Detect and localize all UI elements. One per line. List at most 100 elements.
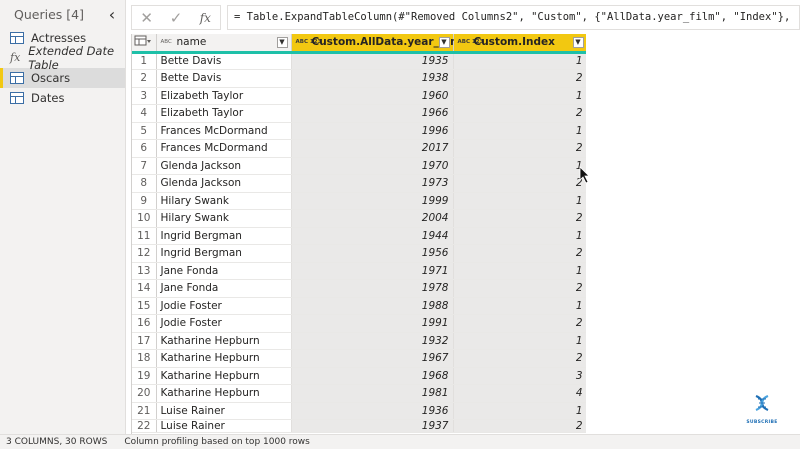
cell-index[interactable]: 2: [453, 279, 586, 298]
cell-year-film[interactable]: 2004: [291, 209, 454, 228]
column-header-year-film[interactable]: ABC 123Custom.AllData.year_film ▼: [291, 34, 461, 54]
cell-index[interactable]: 2: [453, 349, 586, 368]
cell-name[interactable]: Jodie Foster: [156, 297, 292, 315]
table-row[interactable]: 1 Bette Davis 1935 1: [132, 52, 586, 70]
row-number[interactable]: 11: [132, 227, 157, 245]
filter-dropdown-icon[interactable]: ▼: [572, 37, 584, 48]
cell-year-film[interactable]: 1971: [291, 262, 454, 280]
cell-year-film[interactable]: 1936: [291, 402, 454, 420]
table-row[interactable]: 8 Glenda Jackson 1973 2: [132, 174, 586, 193]
cell-year-film[interactable]: 1988: [291, 297, 454, 315]
table-row[interactable]: 15 Jodie Foster 1988 1: [132, 297, 586, 315]
table-row[interactable]: 19 Katharine Hepburn 1968 3: [132, 367, 586, 385]
row-number[interactable]: 3: [132, 87, 157, 105]
subscribe-logo[interactable]: SUBSCRIBE: [744, 394, 780, 425]
cell-year-film[interactable]: 1991: [291, 314, 454, 333]
cell-index[interactable]: 1: [453, 52, 586, 70]
cell-index[interactable]: 1: [453, 332, 586, 350]
row-number[interactable]: 6: [132, 139, 157, 158]
table-row[interactable]: 5 Frances McDormand 1996 1: [132, 122, 586, 140]
cell-name[interactable]: Luise Rainer: [156, 419, 292, 433]
column-header-name[interactable]: ABC name ▼: [156, 34, 292, 54]
row-number[interactable]: 8: [132, 174, 157, 193]
cell-index[interactable]: 2: [453, 314, 586, 333]
cell-year-film[interactable]: 1935: [291, 52, 454, 70]
row-number[interactable]: 2: [132, 69, 157, 88]
cell-name[interactable]: Glenda Jackson: [156, 174, 292, 193]
confirm-icon[interactable]: ✓: [161, 9, 190, 27]
status-profiling[interactable]: Column profiling based on top 1000 rows: [124, 437, 310, 447]
cell-name[interactable]: Elizabeth Taylor: [156, 87, 292, 105]
cell-index[interactable]: 2: [453, 69, 586, 88]
cell-year-film[interactable]: 1960: [291, 87, 454, 105]
cell-index[interactable]: 2: [453, 104, 586, 123]
filter-dropdown-icon[interactable]: ▼: [276, 37, 288, 48]
cell-year-film[interactable]: 1981: [291, 384, 454, 403]
table-row[interactable]: 3 Elizabeth Taylor 1960 1: [132, 87, 586, 105]
cell-name[interactable]: Katharine Hepburn: [156, 367, 292, 385]
formula-input[interactable]: = Table.ExpandTableColumn(#"Removed Colu…: [227, 5, 800, 30]
cell-index[interactable]: 3: [453, 367, 586, 385]
row-number[interactable]: 15: [132, 297, 157, 315]
table-row[interactable]: 11 Ingrid Bergman 1944 1: [132, 227, 586, 245]
cell-name[interactable]: Luise Rainer: [156, 402, 292, 420]
table-row[interactable]: 12 Ingrid Bergman 1956 2: [132, 244, 586, 263]
fx-icon[interactable]: fx: [191, 11, 220, 25]
table-row[interactable]: 18 Katharine Hepburn 1967 2: [132, 349, 586, 368]
row-number[interactable]: 12: [132, 244, 157, 263]
table-row[interactable]: 4 Elizabeth Taylor 1966 2: [132, 104, 586, 123]
table-row[interactable]: 7 Glenda Jackson 1970 1: [132, 157, 586, 175]
cell-name[interactable]: Hilary Swank: [156, 209, 292, 228]
any-type-icon[interactable]: ABC 123: [458, 39, 484, 46]
row-number[interactable]: 20: [132, 384, 157, 403]
row-number[interactable]: 5: [132, 122, 157, 140]
cell-year-film[interactable]: 2017: [291, 139, 454, 158]
cell-index[interactable]: 2: [453, 419, 586, 433]
cell-year-film[interactable]: 1967: [291, 349, 454, 368]
cell-index[interactable]: 1: [453, 192, 586, 210]
cell-year-film[interactable]: 1996: [291, 122, 454, 140]
cell-year-film[interactable]: 1966: [291, 104, 454, 123]
cell-index[interactable]: 1: [453, 87, 586, 105]
cell-year-film[interactable]: 1973: [291, 174, 454, 193]
cell-year-film[interactable]: 1999: [291, 192, 454, 210]
table-row[interactable]: 13 Jane Fonda 1971 1: [132, 262, 586, 280]
cell-name[interactable]: Katharine Hepburn: [156, 349, 292, 368]
cell-index[interactable]: 1: [453, 402, 586, 420]
cell-index[interactable]: 1: [453, 122, 586, 140]
column-header-index[interactable]: ABC 123Custom.Index ▼: [453, 34, 586, 54]
row-number[interactable]: 17: [132, 332, 157, 350]
cell-name[interactable]: Frances McDormand: [156, 139, 292, 158]
table-row[interactable]: 2 Bette Davis 1938 2: [132, 69, 586, 88]
table-menu-button[interactable]: [132, 34, 157, 54]
cell-name[interactable]: Ingrid Bergman: [156, 244, 292, 263]
cell-year-film[interactable]: 1932: [291, 332, 454, 350]
query-item-dates[interactable]: Dates: [0, 88, 125, 108]
row-number[interactable]: 21: [132, 402, 157, 420]
table-row[interactable]: 16 Jodie Foster 1991 2: [132, 314, 586, 333]
cell-name[interactable]: Jodie Foster: [156, 314, 292, 333]
row-number[interactable]: 14: [132, 279, 157, 298]
table-row[interactable]: 10 Hilary Swank 2004 2: [132, 209, 586, 228]
collapse-pane-icon[interactable]: ‹: [105, 5, 119, 24]
cell-index[interactable]: 1: [453, 227, 586, 245]
table-row[interactable]: 20 Katharine Hepburn 1981 4: [132, 384, 586, 403]
row-number[interactable]: 10: [132, 209, 157, 228]
table-row[interactable]: 6 Frances McDormand 2017 2: [132, 139, 586, 158]
cell-index[interactable]: 4: [453, 384, 586, 403]
table-row[interactable]: 14 Jane Fonda 1978 2: [132, 279, 586, 298]
any-type-icon[interactable]: ABC 123: [296, 39, 322, 46]
cell-year-film[interactable]: 1937: [291, 419, 454, 433]
cancel-icon[interactable]: ✕: [132, 9, 161, 27]
row-number[interactable]: 18: [132, 349, 157, 368]
table-row[interactable]: 17 Katharine Hepburn 1932 1: [132, 332, 586, 350]
row-number[interactable]: 1: [132, 52, 157, 70]
row-number[interactable]: 22: [132, 419, 157, 433]
table-row[interactable]: 21 Luise Rainer 1936 1: [132, 402, 586, 420]
cell-index[interactable]: 2: [453, 209, 586, 228]
cell-name[interactable]: Katharine Hepburn: [156, 332, 292, 350]
cell-index[interactable]: 2: [453, 244, 586, 263]
query-item-extended-date-table[interactable]: fx Extended Date Table: [0, 44, 125, 72]
row-number[interactable]: 13: [132, 262, 157, 280]
cell-index[interactable]: 2: [453, 174, 586, 193]
